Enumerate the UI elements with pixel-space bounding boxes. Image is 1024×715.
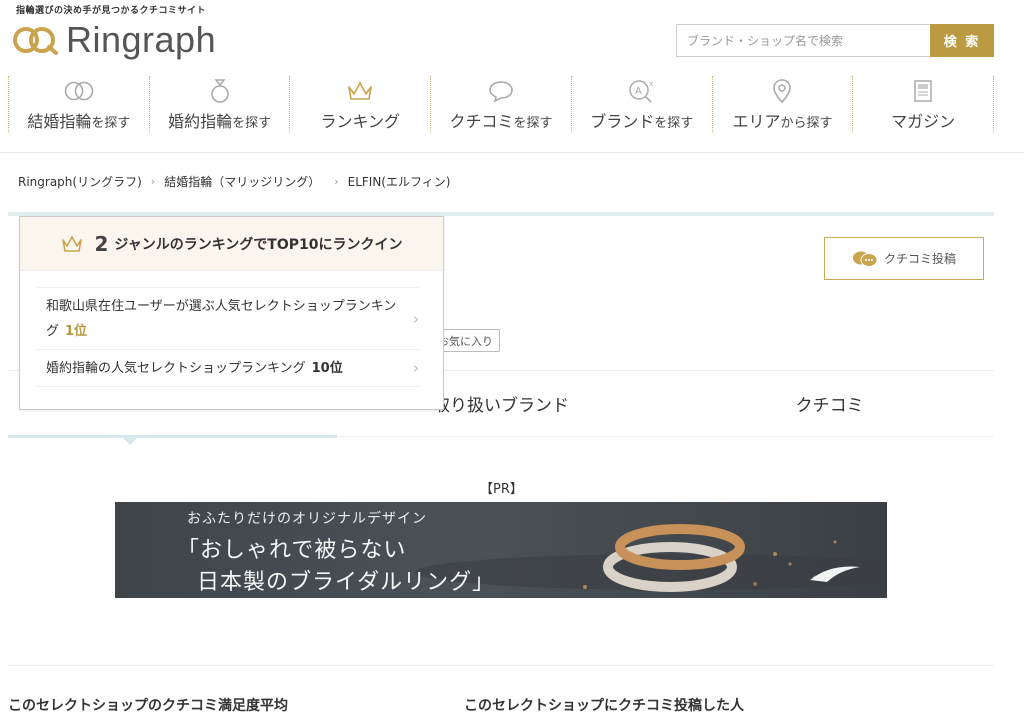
nav-label: クチコミ bbox=[449, 112, 514, 131]
breadcrumb-wedding-rings[interactable]: 結婚指輪（マリッジリング） bbox=[164, 173, 320, 190]
chevron-right-icon: › bbox=[413, 359, 419, 377]
review-post-button[interactable]: クチコミ投稿 bbox=[824, 237, 984, 280]
ranking-item-rank: 10位 bbox=[311, 360, 343, 376]
ranking-item-text: 和歌山県在住ユーザーが選ぶ人気セレクトショップランキング bbox=[46, 298, 397, 339]
brand-search-icon: Ax bbox=[627, 76, 657, 106]
rings-icon bbox=[62, 76, 96, 106]
nav-area[interactable]: エリアから探す bbox=[711, 76, 853, 132]
pr-banner[interactable]: おふたりだけのオリジナルデザイン 「おしゃれで被らない 日本製のブライダルリング… bbox=[115, 502, 887, 598]
site-logo[interactable]: Ringraph bbox=[12, 22, 216, 58]
nav-engagement-rings[interactable]: 婚約指輪を探す bbox=[148, 76, 290, 132]
chevron-right-icon: › bbox=[413, 309, 419, 328]
nav-magazine[interactable]: マガジン bbox=[852, 76, 995, 132]
breadcrumb: Ringraph(リングラフ) › 結婚指輪（マリッジリング） › ELFIN(… bbox=[18, 173, 450, 190]
map-pin-icon bbox=[771, 76, 793, 106]
nav-reviews[interactable]: クチコミを探す bbox=[430, 76, 571, 132]
active-tab-pointer bbox=[122, 437, 138, 445]
nav-sublabel: を探す bbox=[513, 116, 553, 131]
ranking-item[interactable]: 和歌山県在住ユーザーが選ぶ人気セレクトショップランキング 1位 › bbox=[36, 287, 419, 349]
svg-text:A: A bbox=[635, 86, 642, 97]
nav-label: 結婚指輪 bbox=[27, 112, 92, 131]
nav-label: 婚約指輪 bbox=[168, 112, 233, 131]
diamond-ring-icon bbox=[208, 76, 232, 106]
nav-sublabel: を探す bbox=[232, 116, 272, 131]
logo-rings-icon bbox=[12, 25, 62, 55]
crown-icon bbox=[61, 235, 83, 253]
ranking-popup: 2 ジャンルのランキングでTOP10にランクイン 和歌山県在住ユーザーが選ぶ人気… bbox=[19, 216, 444, 410]
breadcrumb-current: ELFIN(エルフィン) bbox=[347, 175, 451, 189]
tab-reviews[interactable]: クチコミ bbox=[665, 371, 994, 436]
ranking-count: 2 bbox=[94, 231, 109, 256]
logo-text: Ringraph bbox=[66, 19, 217, 60]
ranking-list: 和歌山県在住ユーザーが選ぶ人気セレクトショップランキング 1位 › 婚約指輪の人気… bbox=[20, 271, 443, 387]
nav-brands[interactable]: Ax ブランドを探す bbox=[570, 76, 712, 132]
nav-label: ブランド bbox=[590, 112, 655, 131]
site-search: 検 索 bbox=[676, 24, 994, 57]
ranking-item[interactable]: 婚約指輪の人気セレクトショップランキング 10位 › bbox=[36, 349, 419, 387]
ranking-item-text: 婚約指輪の人気セレクトショップランキング bbox=[46, 360, 306, 376]
chevron-right-icon: › bbox=[150, 175, 156, 188]
ranking-popup-header: 2 ジャンルのランキングでTOP10にランクイン bbox=[20, 217, 443, 271]
nav-label: ランキング bbox=[320, 112, 401, 131]
nav-ranking[interactable]: ランキング bbox=[289, 76, 430, 132]
chat-bubbles-icon bbox=[852, 250, 878, 268]
review-post-label: クチコミ投稿 bbox=[883, 252, 956, 266]
speech-bubble-icon bbox=[487, 76, 515, 106]
crown-icon bbox=[345, 76, 375, 106]
ranking-item-rank: 1位 bbox=[65, 323, 88, 339]
search-input[interactable] bbox=[676, 24, 930, 57]
nav-sublabel: から探す bbox=[780, 116, 833, 131]
breadcrumb-home[interactable]: Ringraph(リングラフ) bbox=[18, 173, 142, 190]
satisfaction-section-title: このセレクトショップのクチコミ満足度平均 bbox=[8, 698, 288, 714]
pr-label: 【PR】 bbox=[480, 482, 523, 497]
nav-sublabel: を探す bbox=[91, 116, 131, 131]
global-nav: 結婚指輪を探す 婚約指輪を探す ランキング クチコミを探す Ax ブランドを探す… bbox=[8, 76, 995, 132]
nav-sublabel: を探す bbox=[654, 116, 694, 131]
banner-line-2: 「おしゃれで被らない bbox=[177, 538, 407, 563]
banner-line-3: 日本製のブライダルリング」 bbox=[197, 570, 496, 595]
magazine-icon bbox=[912, 76, 934, 106]
chevron-right-icon: › bbox=[334, 175, 339, 188]
header-divider bbox=[0, 152, 1024, 153]
nav-label: マガジン bbox=[891, 112, 956, 131]
site-tagline: 指輪選びの決め手が見つかるクチコミサイト bbox=[16, 6, 207, 16]
banner-line-1: おふたりだけのオリジナルデザイン bbox=[187, 511, 427, 527]
search-button[interactable]: 検 索 bbox=[930, 24, 994, 57]
ranking-heading: ジャンルのランキングでTOP10にランクイン bbox=[114, 236, 403, 253]
nav-wedding-rings[interactable]: 結婚指輪を探す bbox=[8, 76, 149, 132]
nav-label: エリア bbox=[732, 112, 781, 131]
section-divider bbox=[8, 665, 994, 666]
reviewers-section-title: このセレクトショップにクチコミ投稿した人 bbox=[464, 698, 744, 714]
svg-text:x: x bbox=[649, 80, 653, 88]
